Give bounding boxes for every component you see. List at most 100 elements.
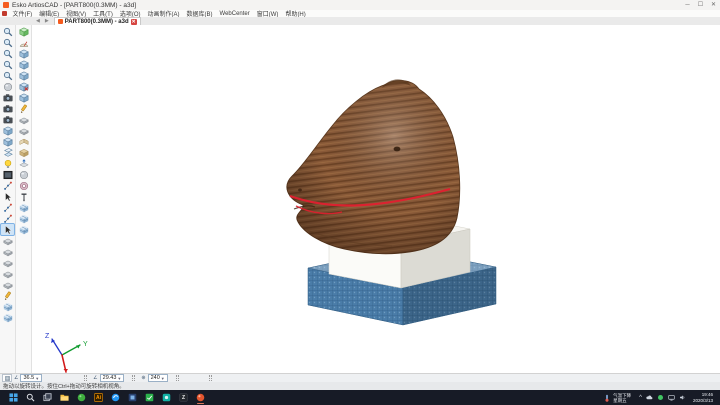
app-teal-icon[interactable]: [158, 391, 175, 404]
zoom-out-tool[interactable]: [1, 48, 14, 59]
tray-expand-icon[interactable]: ^: [639, 395, 642, 401]
board-slab-tool-5[interactable]: [1, 279, 14, 290]
app-blue-circle-icon[interactable]: [107, 391, 124, 404]
window-title: Esko ArtiosCAD - [PART800(0.3MM) - a3d]: [12, 2, 136, 9]
assembly-tool-1[interactable]: [17, 202, 30, 213]
taskbar-clock[interactable]: 19:46 2020/3/13: [693, 392, 715, 403]
3d-viewport[interactable]: Z Y: [32, 25, 720, 374]
fold-tool[interactable]: [17, 136, 30, 147]
speaker-tray-icon[interactable]: [679, 394, 686, 401]
toolbar-grip[interactable]: [209, 375, 212, 381]
board-slab-tool-2[interactable]: [1, 246, 14, 257]
angle-icon: ∠: [14, 375, 18, 381]
search-icon[interactable]: [22, 391, 39, 404]
grid-cube-tool-1[interactable]: [1, 301, 14, 312]
cube-tool-3[interactable]: [17, 70, 30, 81]
assembly-tool-3[interactable]: [17, 224, 30, 235]
task-view-button[interactable]: [39, 391, 56, 404]
grid-cube-tool-2[interactable]: [1, 312, 14, 323]
copy-part-tool[interactable]: [17, 92, 30, 103]
draw-pencil-tool[interactable]: [17, 103, 30, 114]
close-button[interactable]: ✕: [707, 0, 720, 10]
toolbar-grip[interactable]: [84, 375, 87, 381]
elevation-input[interactable]: 29.43 ▼: [100, 374, 125, 382]
app-green-square-icon[interactable]: [141, 391, 158, 404]
paint-brush-tool[interactable]: [1, 290, 14, 301]
tab-scroll-left-icon[interactable]: ◀: [36, 18, 41, 24]
hint-text: 拖动以旋转设计。按住Ctrl+拖动可旋转相机视角。: [3, 382, 125, 390]
elevation-value: 29.43: [103, 375, 117, 381]
cardboard-head-model[interactable]: [287, 79, 460, 253]
nostril: [298, 189, 302, 192]
light-source-tool[interactable]: [1, 158, 14, 169]
rotate-point-tool[interactable]: [1, 213, 14, 224]
move-point-tool[interactable]: [1, 202, 14, 213]
elevation-dropdown-icon[interactable]: ▼: [117, 376, 121, 381]
lift-part-tool[interactable]: [17, 158, 30, 169]
status-bar-hint: 拖动以旋转设计。按住Ctrl+拖动可旋转相机视角。: [0, 382, 720, 390]
app-navy-icon[interactable]: [124, 391, 141, 404]
zoom-in-tool[interactable]: [1, 37, 14, 48]
view-preset-button[interactable]: [2, 374, 12, 382]
assembly-tool-2[interactable]: [17, 213, 30, 224]
select-tool[interactable]: [1, 191, 14, 202]
board-tool-a[interactable]: [17, 114, 30, 125]
zoom-window-tool[interactable]: [1, 26, 14, 37]
render-screen-tool[interactable]: [1, 169, 14, 180]
elevation-icon: ∠: [93, 375, 97, 381]
zoom-extents-tool[interactable]: [1, 59, 14, 70]
adobe-illustrator-icon[interactable]: Ai: [90, 391, 107, 404]
board-sheet-tool[interactable]: [1, 147, 14, 158]
tab-scroll-right-icon[interactable]: ▶: [45, 18, 50, 24]
extrude-green-tool[interactable]: [17, 26, 30, 37]
document-icon[interactable]: [2, 11, 7, 16]
artioscad-taskbar-icon[interactable]: [192, 391, 209, 404]
view-camera-tool[interactable]: [1, 103, 14, 114]
perspective-dropdown-icon[interactable]: ▼: [161, 376, 165, 381]
cube-tool-2[interactable]: [17, 59, 30, 70]
move-design-tool[interactable]: [1, 224, 14, 235]
view-cube-tool[interactable]: [1, 125, 14, 136]
solid-cube-tool[interactable]: [1, 136, 14, 147]
start-button[interactable]: [5, 391, 22, 404]
cube-tool-1[interactable]: [17, 48, 30, 59]
pin-tool[interactable]: [17, 191, 30, 202]
delete-part-tool[interactable]: [17, 81, 30, 92]
eye: [394, 147, 401, 152]
tab-close-button[interactable]: ✕: [131, 19, 137, 25]
artioscad-file-icon: [58, 19, 63, 24]
green-status-tray-icon[interactable]: [657, 394, 664, 401]
view-angle-value: 36.5: [23, 375, 34, 381]
menu-webcenter[interactable]: WebCenter: [216, 11, 253, 17]
app-green-ball-icon[interactable]: [73, 391, 90, 404]
axis-triad: Z Y: [45, 333, 88, 372]
clock-date: 2020/3/13: [693, 398, 713, 404]
toolbar-grip[interactable]: [132, 375, 135, 381]
protractor-tool[interactable]: [17, 37, 30, 48]
status-bar-controls: ∠ 36.5 ▼ ∠ 29.43 ▼ ⊕ 240 ▼: [0, 373, 720, 382]
app-z-icon[interactable]: Z: [175, 391, 192, 404]
torus-tool[interactable]: [17, 180, 30, 191]
weather-widget[interactable]: 气温下降 星期五: [603, 393, 631, 403]
angle-dropdown-icon[interactable]: ▼: [35, 376, 39, 381]
view-angle-input[interactable]: 36.5 ▼: [20, 374, 42, 382]
file-explorer-icon[interactable]: [56, 391, 73, 404]
board-slab-tool-3[interactable]: [1, 257, 14, 268]
snapshot-camera-tool[interactable]: [1, 92, 14, 103]
carton-tool[interactable]: [17, 147, 30, 158]
display-tray-icon[interactable]: [668, 394, 675, 401]
view-toolbar: [0, 25, 16, 374]
minimize-button[interactable]: ─: [681, 0, 694, 10]
board-tool-b[interactable]: [17, 125, 30, 136]
zoom-previous-tool[interactable]: [1, 70, 14, 81]
cloud-tray-icon[interactable]: [646, 394, 653, 401]
board-slab-tool-4[interactable]: [1, 268, 14, 279]
perspective-input[interactable]: 240 ▼: [148, 374, 168, 382]
sphere-tool[interactable]: [17, 169, 30, 180]
animation-camera-tool[interactable]: [1, 114, 14, 125]
toolbar-grip[interactable]: [176, 375, 179, 381]
board-slab-tool-1[interactable]: [1, 235, 14, 246]
orbit-tool[interactable]: [1, 81, 14, 92]
maximize-button[interactable]: ☐: [694, 0, 707, 10]
measure-tool[interactable]: [1, 180, 14, 191]
